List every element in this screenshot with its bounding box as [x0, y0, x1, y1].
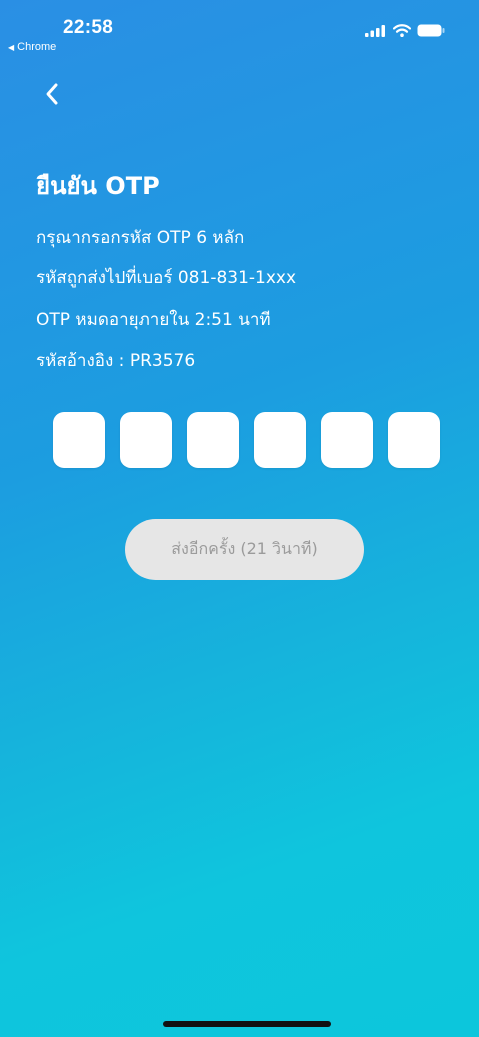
otp-digit-input-1[interactable] — [53, 412, 105, 468]
otp-digit-input-4[interactable] — [254, 412, 306, 468]
back-to-app-link[interactable]: ◀ Chrome — [8, 41, 56, 53]
resend-otp-label: ส่งอีกครั้ง (21 วินาที) — [171, 539, 318, 558]
otp-digit-input-3[interactable] — [187, 412, 239, 468]
status-time: 22:58 — [63, 17, 114, 38]
otp-digit-input-6[interactable] — [388, 412, 440, 468]
status-bar: 22:58 ◀ Chrome — [0, 0, 479, 60]
back-triangle-icon: ◀ — [8, 42, 15, 52]
page-title: ยืนยัน OTP — [36, 172, 160, 200]
otp-expiry-text: OTP หมดอายุภายใน 2:51 นาที — [36, 310, 271, 330]
chevron-left-icon[interactable] — [38, 80, 66, 108]
reference-code-text: รหัสอ้างอิง : PR3576 — [36, 351, 196, 371]
battery-icon — [417, 24, 445, 37]
otp-input-group — [53, 412, 440, 468]
otp-digit-input-5[interactable] — [321, 412, 373, 468]
signal-icon — [365, 24, 385, 37]
sent-to-phone-text: รหัสถูกส่งไปที่เบอร์ 081-831-1xxx — [36, 268, 297, 288]
wifi-icon — [393, 24, 411, 37]
resend-otp-button[interactable]: ส่งอีกครั้ง (21 วินาที) — [125, 519, 364, 580]
home-indicator[interactable] — [163, 1021, 331, 1027]
status-icons — [365, 24, 445, 37]
back-app-label: Chrome — [17, 41, 57, 53]
otp-instruction-text: กรุณากรอกรหัส OTP 6 หลัก — [36, 228, 245, 248]
otp-digit-input-2[interactable] — [120, 412, 172, 468]
otp-screen: 22:58 ◀ Chrome ยืนยัน OTP กรุณากรอกรหัส … — [0, 0, 479, 1037]
